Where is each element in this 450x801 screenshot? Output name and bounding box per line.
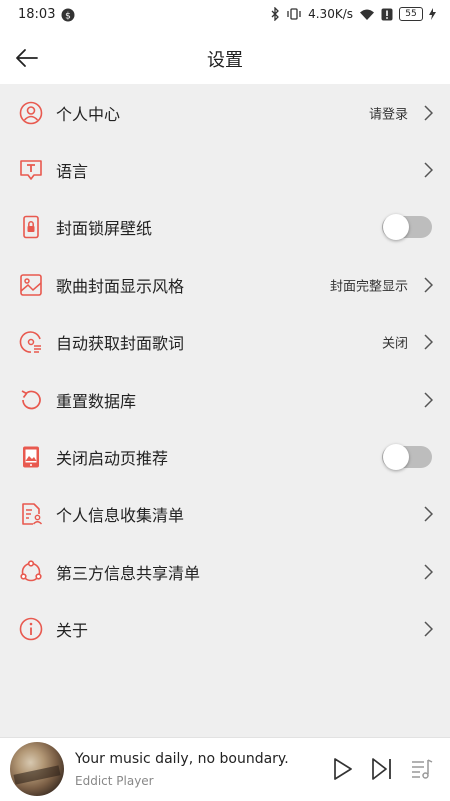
settings-row-cover-style[interactable]: 歌曲封面显示风格 封面完整显示	[0, 256, 450, 313]
playlist-button[interactable]	[409, 756, 435, 782]
settings-row-label: 自动获取封面歌词	[56, 334, 185, 354]
bluetooth-icon	[270, 7, 280, 21]
settings-row-label: 个人中心	[56, 104, 121, 124]
settings-row-about[interactable]: 关于	[0, 601, 450, 658]
battery-level: 55	[405, 8, 417, 19]
svg-text:$: $	[66, 11, 72, 21]
skip-next-icon	[372, 758, 391, 780]
playlist-icon	[412, 759, 433, 779]
play-button[interactable]	[330, 756, 356, 782]
cover-lockscreen-toggle[interactable]	[382, 214, 432, 241]
chevron-right-icon	[422, 104, 434, 122]
chevron-right-icon	[422, 161, 434, 179]
settings-row-label: 个人信息收集清单	[56, 506, 185, 526]
settings-row-label: 语言	[56, 162, 89, 182]
status-time: 18:03	[18, 7, 56, 22]
chevron-right-icon	[422, 333, 434, 351]
chevron-right-icon	[422, 276, 434, 294]
network-speed: 4.30K/s	[308, 7, 353, 21]
settings-row-third-party-share[interactable]: 第三方信息共享清单	[0, 543, 450, 600]
settings-row-auto-fetch[interactable]: 自动获取封面歌词 关闭	[0, 314, 450, 371]
charging-icon	[429, 8, 436, 20]
chevron-right-icon	[422, 505, 434, 523]
settings-row-label: 关闭启动页推荐	[56, 449, 169, 469]
wifi-icon	[359, 8, 375, 21]
lock-screen-icon	[18, 214, 44, 240]
settings-row-language[interactable]: 语言	[0, 141, 450, 198]
toggle-knob	[383, 444, 409, 471]
vibrate-icon	[286, 7, 302, 21]
share-icon	[18, 559, 44, 585]
settings-row-label: 重置数据库	[56, 391, 137, 411]
alert-icon	[381, 8, 393, 21]
top-bar: 设置	[0, 32, 450, 84]
settings-row-value: 封面完整显示	[329, 279, 408, 295]
settings-row-personal-info-list[interactable]: 个人信息收集清单	[0, 486, 450, 543]
player-subtitle: Eddict Player	[75, 774, 154, 788]
next-button[interactable]	[369, 756, 395, 782]
settings-row-label: 歌曲封面显示风格	[56, 276, 185, 296]
chevron-right-icon	[422, 391, 434, 409]
player-title: Your music daily, no boundary.	[75, 751, 289, 767]
settings-row-reset-database[interactable]: 重置数据库	[0, 371, 450, 428]
person-icon	[18, 100, 44, 126]
chevron-right-icon	[422, 620, 434, 638]
image-style-icon	[18, 272, 44, 298]
battery-indicator: 55	[399, 7, 423, 21]
settings-row-splash-recommend: 关闭启动页推荐	[0, 428, 450, 485]
settings-row-value: 请登录	[368, 107, 408, 123]
splash-recommend-toggle[interactable]	[382, 444, 432, 471]
splash-icon	[18, 444, 44, 470]
settings-row-value: 关闭	[381, 336, 408, 352]
settings-row-label: 第三方信息共享清单	[56, 563, 201, 583]
toggle-knob	[383, 214, 409, 241]
status-left: 18:03 $	[18, 7, 75, 22]
album-cover[interactable]	[10, 742, 64, 796]
chevron-right-icon	[422, 563, 434, 581]
play-icon	[334, 758, 352, 780]
info-icon	[18, 616, 44, 642]
page-title: 设置	[207, 50, 243, 71]
reset-icon	[18, 387, 44, 413]
language-icon	[18, 157, 44, 183]
settings-list: 个人中心 请登录 语言 封面锁屏壁纸 歌曲封面显示风格 封面完整显示 自动获取封…	[0, 84, 450, 658]
mini-player[interactable]: Your music daily, no boundary. Eddict Pl…	[0, 737, 450, 801]
status-bar: 18:03 $ 4.30K/s 55	[0, 0, 450, 32]
settings-row-label: 关于	[56, 621, 89, 641]
personal-info-icon	[18, 501, 44, 527]
settings-row-cover-lockscreen: 封面锁屏壁纸	[0, 199, 450, 256]
settings-row-label: 封面锁屏壁纸	[56, 219, 153, 239]
disc-lyrics-icon	[18, 329, 44, 355]
status-right: 4.30K/s 55	[270, 7, 436, 21]
notification-icon: $	[61, 8, 75, 22]
settings-row-personal-center[interactable]: 个人中心 请登录	[0, 84, 450, 141]
